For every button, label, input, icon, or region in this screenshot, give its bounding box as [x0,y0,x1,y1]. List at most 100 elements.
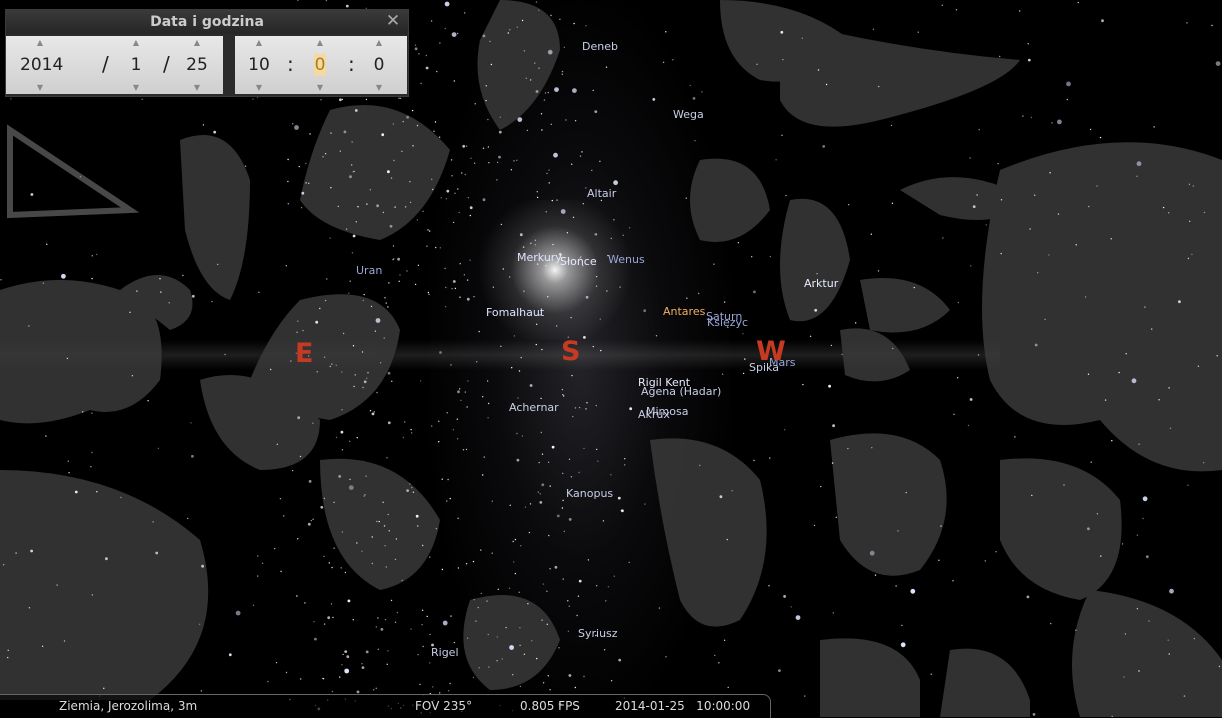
hour-spinner[interactable]: ▲ 10 ▼ [242,36,276,94]
label-wenus[interactable]: Wenus [608,253,645,266]
star [901,624,903,627]
hour-down-arrow-icon[interactable]: ▼ [242,83,276,92]
star [68,472,70,474]
star [536,657,538,660]
star [756,63,758,65]
label-merkury[interactable]: Merkury [517,251,562,264]
month-value[interactable]: 1 [119,54,153,76]
label-antares[interactable]: Antares [663,305,705,318]
star [538,461,540,464]
label-fomalhaut[interactable]: Fomalhaut [486,306,544,319]
star [371,562,374,565]
day-spinner[interactable]: ▲ 25 ▼ [180,36,214,94]
star [331,690,334,693]
star [509,645,514,650]
month-spinner[interactable]: ▲ 1 ▼ [119,36,153,94]
day-value[interactable]: 25 [180,54,214,76]
star [394,621,397,623]
star [420,380,422,382]
minute-spinner[interactable]: ▲ 0 ▼ [303,36,337,94]
month-down-arrow-icon[interactable]: ▼ [119,83,153,92]
star [191,454,194,458]
star [454,192,456,194]
second-up-arrow-icon[interactable]: ▲ [362,38,396,47]
sky-view[interactable]: Deneb Wega Altair Merkury Słońce Wenus U… [0,0,1222,717]
month-up-arrow-icon[interactable]: ▲ [119,38,153,47]
hour-value[interactable]: 10 [242,54,276,76]
star [425,54,427,57]
star [361,550,363,552]
star [45,435,47,437]
star [870,233,873,235]
label-wega[interactable]: Wega [673,108,704,121]
label-syriusz[interactable]: Syriusz [578,627,618,640]
star [427,291,430,294]
star [15,552,17,554]
star [568,605,570,607]
second-spinner[interactable]: ▲ 0 ▼ [362,36,396,94]
star [308,480,312,483]
label-ksiezyc[interactable]: Księżyc [707,316,748,329]
label-altair[interactable]: Altair [587,187,616,200]
year-value[interactable]: 2014 [20,54,63,76]
label-kanopus[interactable]: Kanopus [566,487,613,500]
year-spinner[interactable]: ▲ 2014 ▼ [20,36,63,94]
dialog-title[interactable]: Data i godzina [6,10,408,34]
star [459,388,461,390]
star [361,666,365,669]
star [1178,300,1181,304]
year-down-arrow-icon[interactable]: ▼ [20,83,60,92]
star [417,264,420,266]
label-uran[interactable]: Uran [356,264,382,277]
star [549,485,551,487]
star [488,666,490,668]
minute-value[interactable]: 0 [314,54,326,76]
day-down-arrow-icon[interactable]: ▼ [180,83,214,92]
star [783,595,786,598]
star [726,538,728,541]
star [1089,128,1092,131]
label-achernar[interactable]: Achernar [509,401,559,414]
day-up-arrow-icon[interactable]: ▲ [180,38,214,47]
second-down-arrow-icon[interactable]: ▼ [362,83,396,92]
star [385,566,387,568]
star [512,540,514,543]
star [82,411,84,413]
star [565,119,567,121]
year-up-arrow-icon[interactable]: ▲ [20,38,60,47]
second-value[interactable]: 0 [362,54,396,76]
label-slonce[interactable]: Słońce [560,255,597,268]
star [478,667,480,669]
star [129,311,131,313]
star [969,157,971,159]
star [354,109,358,112]
label-agena[interactable]: Agena (Hadar) [641,385,721,398]
label-deneb[interactable]: Deneb [582,40,618,53]
star [1136,175,1138,177]
star [563,395,565,397]
label-rigel[interactable]: Rigel [431,646,459,659]
star [536,191,538,193]
date-separator: / [102,52,109,76]
star [525,77,527,80]
star [978,128,980,131]
hour-up-arrow-icon[interactable]: ▲ [242,38,276,47]
star [438,420,440,422]
star [363,380,367,384]
star [320,99,322,101]
star [643,309,647,313]
star [460,399,462,402]
star [1215,61,1221,66]
close-icon[interactable]: ✕ [384,12,402,30]
star [491,552,493,554]
minute-down-arrow-icon[interactable]: ▼ [303,83,337,92]
star [1118,371,1120,374]
label-arktur[interactable]: Arktur [804,277,838,290]
star [390,177,393,179]
minute-up-arrow-icon[interactable]: ▲ [303,38,337,47]
star [451,32,457,37]
star [603,649,606,651]
status-location[interactable]: Ziemia, Jerozolima, 3m [59,699,197,713]
star [444,27,446,30]
label-akrux[interactable]: Akrux [638,408,670,421]
